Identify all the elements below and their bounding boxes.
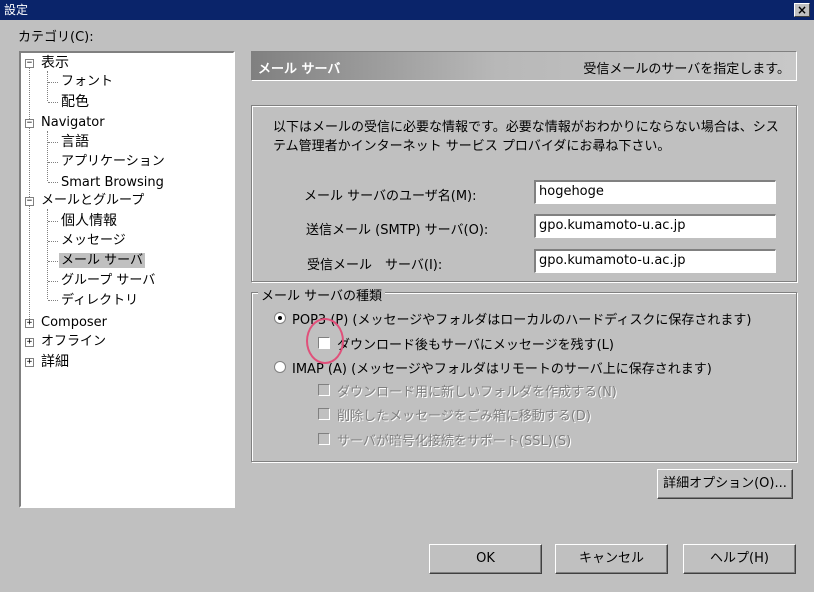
ok-button[interactable]: OK — [429, 544, 542, 574]
tree-item-applications[interactable]: アプリケーション — [61, 153, 165, 171]
cancel-button[interactable]: キャンセル — [555, 544, 668, 574]
user-name-input[interactable]: hogehoge — [534, 180, 776, 204]
expand-icon[interactable]: + — [25, 338, 34, 347]
tree-item-identity[interactable]: 個人情報 — [61, 212, 117, 230]
category-tree[interactable]: − 表示 フォント 配色 − Navigator 言語 アプリケーション Sma… — [19, 51, 235, 508]
window-title: 設定 — [4, 3, 29, 17]
tree-line — [48, 82, 58, 83]
pop3-radio[interactable] — [274, 312, 286, 324]
tree-line — [48, 300, 58, 301]
title-bar: 設定 × — [0, 0, 814, 20]
expand-icon[interactable]: + — [25, 319, 34, 328]
tree-line — [47, 71, 48, 101]
collapse-icon[interactable]: − — [25, 59, 34, 68]
tree-item-composer[interactable]: Composer — [41, 314, 107, 332]
leave-on-server-label[interactable]: ダウンロード後もサーバにメッセージを残す(L) — [337, 334, 614, 353]
help-button[interactable]: ヘルプ(H) — [683, 544, 796, 574]
tree-item-mail-groups[interactable]: メールとグループ — [41, 192, 144, 210]
imap-label[interactable]: IMAP (A) (メッセージやフォルダはリモートのサーバ上に保存されます) — [292, 358, 712, 377]
tree-item-colors[interactable]: 配色 — [61, 93, 89, 111]
move-to-trash-label: 削除したメッセージをごみ箱に移動する(D) — [337, 409, 591, 424]
tree-line — [48, 102, 58, 103]
tree-item-group-servers[interactable]: グループ サーバ — [61, 272, 155, 290]
tree-item-mail-servers[interactable]: メール サーバ — [59, 252, 146, 270]
tree-line — [48, 261, 58, 262]
tree-line — [48, 221, 58, 222]
tree-line — [47, 131, 48, 181]
tree-item-smart-browsing[interactable]: Smart Browsing — [61, 174, 164, 192]
tree-line — [48, 281, 58, 282]
panel-title: メール サーバ — [258, 62, 341, 77]
expand-icon[interactable]: + — [25, 358, 34, 367]
tree-line — [47, 209, 48, 299]
panel-header: メール サーバ 受信メールのサーバを指定します。 — [251, 51, 797, 81]
collapse-icon[interactable]: − — [25, 119, 34, 128]
imap-radio[interactable] — [274, 361, 286, 373]
ssl-checkbox — [318, 433, 330, 445]
advanced-options-button[interactable]: 詳細オプション(O)... — [657, 469, 793, 499]
tree-item-display[interactable]: 表示 — [41, 54, 69, 72]
info-text: 以下はメールの受信に必要な情報です。必要な情報がおわかりにならない場合は、システ… — [273, 120, 779, 154]
category-label: カテゴリ(C): — [18, 30, 94, 45]
move-to-trash-checkbox — [318, 408, 330, 420]
tree-line — [48, 142, 58, 143]
highlight-circle — [306, 318, 344, 364]
pop3-label[interactable]: POP3 (P) (メッセージやフォルダはローカルのハードディスクに保存されます… — [292, 309, 751, 328]
tree-item-navigator[interactable]: Navigator — [41, 114, 105, 132]
tree-item-languages[interactable]: 言語 — [61, 133, 89, 151]
tree-line — [29, 67, 30, 323]
user-name-label: メール サーバのユーザ名(M): — [304, 189, 477, 204]
smtp-server-label: 送信メール (SMTP) サーバ(O): — [306, 223, 489, 238]
new-folder-label: ダウンロード用に新しいフォルダを作成する(N) — [337, 385, 617, 400]
selected-label: メール サーバ — [59, 253, 146, 268]
server-type-legend: メール サーバの種類 — [258, 285, 386, 304]
tree-item-offline[interactable]: オフライン — [41, 333, 106, 351]
collapse-icon[interactable]: − — [25, 197, 34, 206]
new-folder-checkbox — [318, 384, 330, 396]
tree-item-fonts[interactable]: フォント — [61, 73, 113, 91]
tree-item-directory[interactable]: ディレクトリ — [61, 292, 138, 310]
incoming-server-input[interactable]: gpo.kumamoto-u.ac.jp — [534, 249, 776, 273]
tree-line — [48, 241, 58, 242]
incoming-server-label: 受信メール サーバ(I): — [307, 258, 443, 273]
tree-line — [48, 162, 58, 163]
ssl-label: サーバが暗号化接続をサポート(SSL)(S) — [337, 434, 572, 449]
smtp-server-input[interactable]: gpo.kumamoto-u.ac.jp — [534, 214, 776, 238]
tree-line — [48, 182, 58, 183]
panel-description: 受信メールのサーバを指定します。 — [583, 62, 790, 77]
tree-item-messages[interactable]: メッセージ — [61, 232, 126, 250]
radio-dot — [278, 316, 282, 320]
close-button[interactable]: × — [794, 3, 810, 17]
tree-item-advanced[interactable]: 詳細 — [41, 353, 69, 371]
